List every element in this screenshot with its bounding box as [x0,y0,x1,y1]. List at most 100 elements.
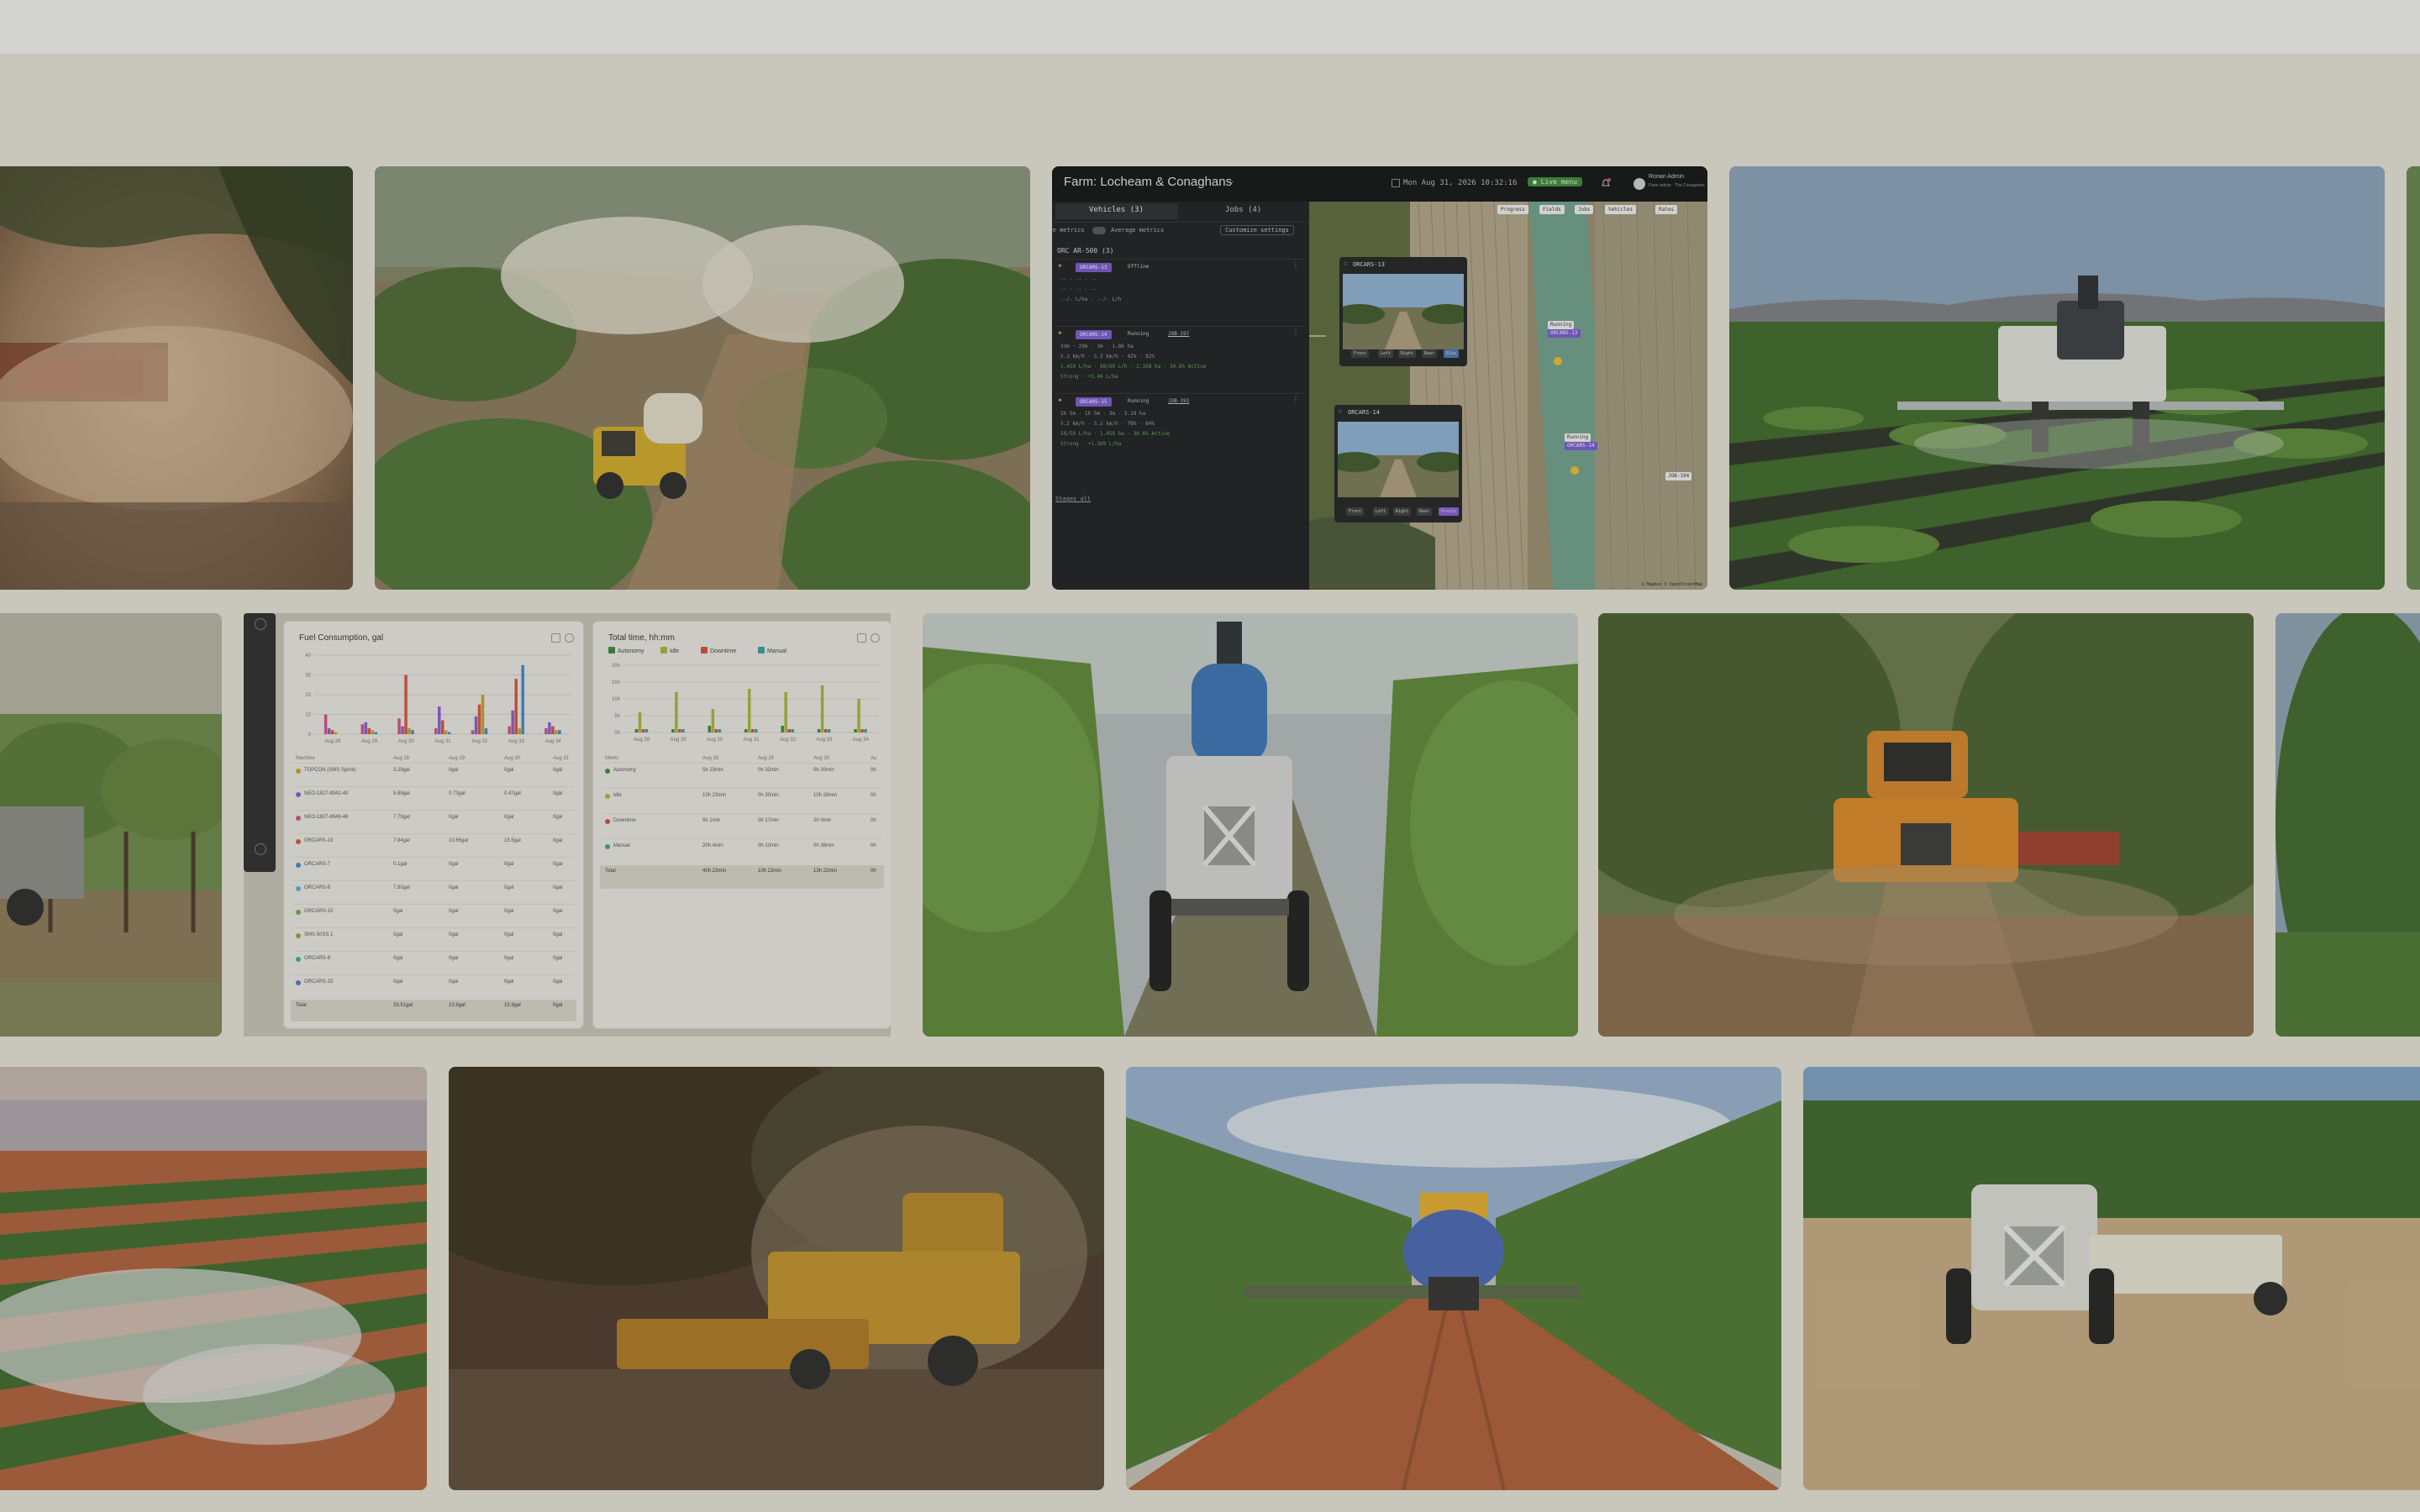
bar[interactable] [508,726,511,734]
legend-autonomy[interactable]: Autonomy [608,647,644,654]
gear-icon[interactable] [871,633,880,643]
bar[interactable] [374,732,378,734]
bar[interactable] [675,692,678,732]
bar[interactable] [364,722,368,734]
table-row-label[interactable]: ORCARS-7 [304,862,330,867]
more-options-icon[interactable]: ⋮ [1292,396,1299,403]
table-row-label[interactable]: SMS 50SS 1 [304,932,333,937]
bar[interactable] [408,727,411,734]
legend-manual[interactable]: Manual [758,647,786,654]
bar[interactable] [551,726,555,734]
bar[interactable] [748,689,751,732]
expand-icon[interactable]: ▶ [1059,329,1062,336]
bar[interactable] [820,685,824,732]
info-icon[interactable] [255,843,266,855]
map-layer-rates[interactable]: Rates [1655,205,1678,214]
table-row-label[interactable]: NEO-1827-8942-40 [304,791,348,796]
bar[interactable] [521,664,524,734]
bar[interactable] [411,730,414,734]
bar[interactable] [518,727,521,734]
field-map[interactable]: Progress Fields Jobs Vehicles Rates ∷ OR… [1309,202,1707,590]
bar[interactable] [671,729,675,732]
bar[interactable] [791,729,794,732]
table-row-label[interactable]: NEO-1827-8949-46 [304,815,348,820]
bar[interactable] [787,729,791,732]
table-row-label[interactable]: Total [605,869,616,874]
map-layer-jobs[interactable]: Jobs [1575,205,1594,214]
bar[interactable] [511,710,514,734]
bar[interactable] [714,729,718,732]
table-row-label[interactable]: TOPCON (SMS Sprint) [304,768,356,773]
gear-icon[interactable] [565,633,574,643]
bar[interactable] [634,729,639,732]
vehicle-row[interactable]: ▶ ORCARS-15 Running JOB-193 1h 5m · 1h 5… [1055,393,1304,453]
camera-feed-panel[interactable]: ∷ ORCARS-14 Front Left Right Rear Purple [1334,405,1462,522]
table-column-header[interactable]: Aug 28 [393,756,409,761]
vehicle-job-link[interactable]: JOB-197 [1168,331,1189,337]
table-column-header[interactable]: Aug 29 [758,756,774,761]
more-options-icon[interactable]: ⋮ [1292,328,1299,336]
camera-right-button[interactable]: Right [1393,507,1412,516]
legend-downtime[interactable]: Downtime [701,647,736,654]
camera-left-button[interactable]: Left [1378,349,1394,358]
tab-jobs[interactable]: Jobs (4) [1225,206,1261,214]
map-layer-vehicles[interactable]: Vehicles [1605,205,1636,214]
bar[interactable] [548,722,551,734]
bar[interactable] [711,709,715,732]
bar[interactable] [718,729,722,732]
table-row-label[interactable]: Total [296,1003,307,1008]
camera-front-button[interactable]: Front [1346,507,1365,516]
expand-icon[interactable]: ▶ [1059,396,1062,403]
table-row-label[interactable]: ORCARS-10 [304,909,333,914]
table-column-header[interactable]: Metric [605,756,618,761]
bar[interactable] [784,692,787,732]
bar[interactable] [441,720,445,734]
bar[interactable] [474,716,478,734]
camera-right-button[interactable]: Right [1398,349,1417,358]
bar[interactable] [327,727,331,734]
bar[interactable] [360,724,365,734]
vehicle-row[interactable]: ▶ ORCARS-13 Offline -- · -- · -- -- · --… [1055,259,1304,318]
vehicle-job-link[interactable]: JOB-193 [1168,398,1189,404]
map-layer-fields[interactable]: Fields [1539,205,1565,214]
table-column-header[interactable]: Aug 30 [504,756,520,761]
table-column-header[interactable]: Machine [296,756,315,761]
bar[interactable] [434,727,438,734]
bar[interactable] [678,729,681,732]
map-layer-progress[interactable]: Progress [1497,205,1528,214]
stages-link[interactable]: Stages all [1055,496,1091,502]
live-mode-badge[interactable]: ● Live menu [1528,177,1582,186]
bar[interactable] [445,730,448,734]
job-map-label[interactable]: JOB-194 [1665,472,1692,480]
table-row-label[interactable]: Idle [613,793,622,798]
bar[interactable] [397,718,401,734]
table-row-label[interactable]: ORCARS-13 [304,838,333,843]
vehicle-map-label[interactable]: ORCARS-14 [1565,442,1597,450]
bar[interactable] [751,729,755,732]
bar[interactable] [544,727,548,734]
bar[interactable] [860,729,864,732]
metrics-toggle[interactable] [1092,227,1106,234]
bar[interactable] [558,730,561,734]
camera-front-button[interactable]: Front [1351,349,1370,358]
table-column-header[interactable]: Aug 31 [553,756,569,761]
camera-feed-panel[interactable]: ∷ ORCARS-13 Front Left Right Rear Blue [1339,257,1467,366]
table-row-label[interactable]: Autonomy [613,768,636,773]
camera-rear-button[interactable]: Rear [1417,507,1433,516]
table-column-header[interactable]: Au [871,756,876,761]
table-row-label[interactable]: Downtime [613,818,636,823]
camera-color-button[interactable]: Purple [1439,507,1460,516]
vehicle-map-status[interactable]: Running [1548,321,1575,329]
notification-bell-icon[interactable] [1600,177,1612,189]
table-row-label[interactable]: ORCARS-8 [304,956,330,961]
bar[interactable] [404,675,408,735]
more-options-icon[interactable]: ⋮ [1292,261,1299,269]
bar[interactable] [817,729,821,732]
bar[interactable] [367,727,371,734]
download-icon[interactable] [551,633,560,643]
expand-icon[interactable]: ▶ [1059,262,1062,269]
table-row-label[interactable]: Manual [613,843,630,848]
bar[interactable] [854,729,857,732]
vehicle-map-status[interactable]: Running [1565,433,1591,442]
legend-idle[interactable]: Idle [660,647,679,654]
